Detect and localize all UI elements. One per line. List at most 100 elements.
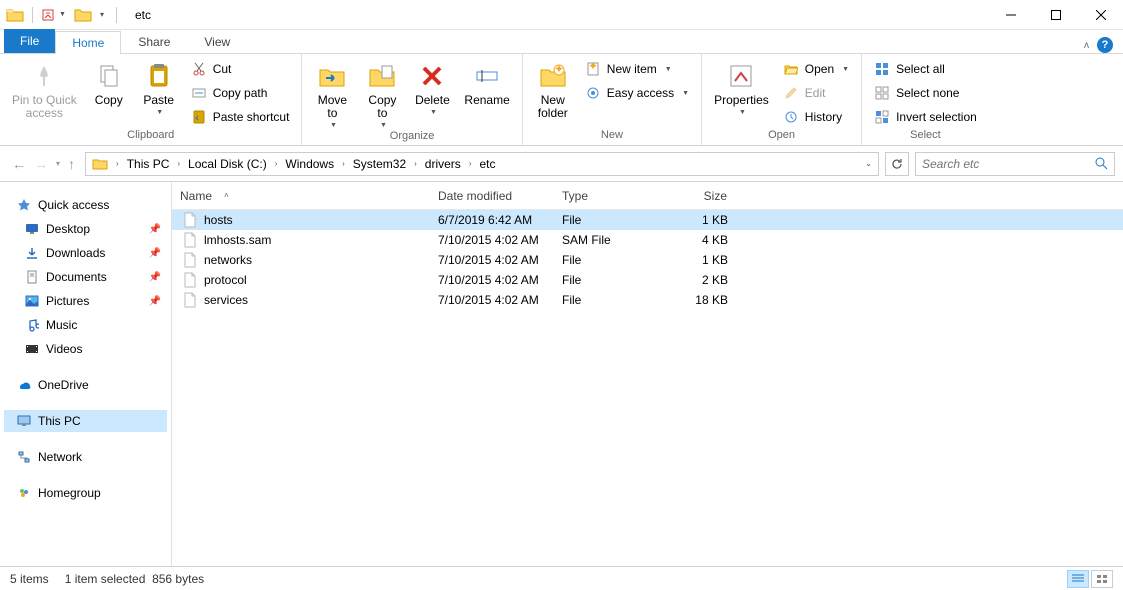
- copy-button[interactable]: Copy: [87, 58, 131, 109]
- qat-properties-icon[interactable]: [41, 8, 55, 22]
- cut-button[interactable]: Cut: [187, 58, 294, 80]
- breadcrumb-segment[interactable]: etc: [475, 153, 499, 175]
- home-tab[interactable]: Home: [55, 31, 121, 54]
- pin-to-quick-access-button[interactable]: Pin to Quick access: [8, 58, 81, 122]
- search-box[interactable]: [915, 152, 1115, 176]
- details-view-button[interactable]: [1067, 570, 1089, 588]
- breadcrumb-segment[interactable]: This PC: [123, 153, 174, 175]
- file-size: 2 KB: [668, 273, 738, 287]
- sidebar-music[interactable]: Music: [4, 314, 167, 336]
- chevron-right-icon[interactable]: ›: [338, 159, 349, 168]
- qat-chevron[interactable]: ▾: [96, 10, 108, 19]
- column-header-name[interactable]: Name˄: [172, 182, 428, 209]
- easy-access-button[interactable]: Easy access▼: [581, 82, 693, 104]
- breadcrumb[interactable]: › This PC›Local Disk (C:)›Windows›System…: [85, 152, 879, 176]
- breadcrumb-segment[interactable]: Windows: [281, 153, 338, 175]
- recent-dropdown[interactable]: ▾: [56, 159, 60, 168]
- new-folder-button[interactable]: ✦ New folder: [531, 58, 575, 122]
- select-all-icon: [874, 62, 890, 76]
- chevron-right-icon[interactable]: ›: [173, 159, 184, 168]
- history-button[interactable]: History: [779, 106, 853, 128]
- new-item-button[interactable]: ✦ New item▼: [581, 58, 693, 80]
- close-button[interactable]: [1078, 0, 1123, 29]
- file-size: 1 KB: [668, 253, 738, 267]
- file-size: 1 KB: [668, 213, 738, 227]
- minimize-button[interactable]: [988, 0, 1033, 29]
- table-row[interactable]: lmhosts.sam7/10/2015 4:02 AMSAM File4 KB: [172, 230, 1123, 250]
- file-date: 7/10/2015 4:02 AM: [428, 273, 552, 287]
- chevron-right-icon[interactable]: ›: [465, 159, 476, 168]
- share-tab[interactable]: Share: [121, 30, 187, 53]
- search-icon[interactable]: [1095, 157, 1108, 170]
- view-tab[interactable]: View: [187, 30, 247, 53]
- move-to-button[interactable]: Move to▼: [310, 58, 354, 131]
- file-size: 4 KB: [668, 233, 738, 247]
- delete-icon: [420, 60, 444, 92]
- column-header-date[interactable]: Date modified: [428, 182, 552, 209]
- sidebar-downloads[interactable]: Downloads📌: [4, 242, 167, 264]
- select-all-button[interactable]: Select all: [870, 58, 981, 80]
- forward-button[interactable]: →: [34, 156, 48, 172]
- group-label-organize: Organize: [310, 130, 513, 144]
- column-header-type[interactable]: Type: [552, 182, 668, 209]
- breadcrumb-segment[interactable]: System32: [349, 153, 410, 175]
- table-row[interactable]: services7/10/2015 4:02 AMFile18 KB: [172, 290, 1123, 310]
- select-none-button[interactable]: Select none: [870, 82, 981, 104]
- paste-button[interactable]: Paste ▼: [137, 58, 181, 118]
- group-clipboard: Pin to Quick access Copy Paste ▼ Cut Cop…: [0, 54, 302, 145]
- group-open: Properties▼ Open▼ Edit History Open: [702, 54, 862, 145]
- breadcrumb-segment[interactable]: drivers: [421, 153, 465, 175]
- file-name: lmhosts.sam: [204, 233, 271, 247]
- refresh-button[interactable]: [885, 152, 909, 176]
- rename-button[interactable]: Rename: [460, 58, 513, 109]
- sidebar-this-pc[interactable]: This PC: [4, 410, 167, 432]
- copy-to-button[interactable]: Copy to▼: [360, 58, 404, 131]
- pin-icon: [31, 60, 57, 92]
- table-row[interactable]: protocol7/10/2015 4:02 AMFile2 KB: [172, 270, 1123, 290]
- sidebar-desktop[interactable]: Desktop📌: [4, 218, 167, 240]
- collapse-ribbon-icon[interactable]: ʌ: [1084, 40, 1089, 51]
- sidebar-network[interactable]: Network: [4, 446, 167, 468]
- group-label-open: Open: [710, 129, 853, 143]
- file-tab[interactable]: File: [4, 29, 55, 53]
- sidebar-quick-access[interactable]: Quick access: [4, 194, 167, 216]
- breadcrumb-segment[interactable]: Local Disk (C:): [184, 153, 271, 175]
- chevron-right-icon[interactable]: ›: [410, 159, 421, 168]
- move-to-icon: [318, 60, 346, 92]
- file-type: SAM File: [552, 233, 668, 247]
- copy-icon: [96, 60, 122, 92]
- maximize-button[interactable]: [1033, 0, 1078, 29]
- breadcrumb-dropdown-icon[interactable]: ⌄: [865, 159, 872, 168]
- status-bytes: 856 bytes: [152, 572, 204, 586]
- group-organize: Move to▼ Copy to▼ Delete▼ Rename Organiz…: [302, 54, 522, 145]
- sidebar-documents[interactable]: Documents📌: [4, 266, 167, 288]
- back-button[interactable]: ←: [12, 156, 26, 172]
- sidebar-onedrive[interactable]: OneDrive: [4, 374, 167, 396]
- sidebar-videos[interactable]: Videos: [4, 338, 167, 360]
- qat-dropdown-icon[interactable]: ▼: [59, 11, 66, 18]
- properties-button[interactable]: Properties▼: [710, 58, 773, 118]
- this-pc-icon: [16, 414, 32, 428]
- invert-selection-button[interactable]: Invert selection: [870, 106, 981, 128]
- column-header-size[interactable]: Size: [668, 182, 738, 209]
- open-button[interactable]: Open▼: [779, 58, 853, 80]
- help-button[interactable]: ?: [1097, 37, 1113, 53]
- file-list-pane: Name˄ Date modified Type Size hosts6/7/2…: [172, 182, 1123, 566]
- folder-icon-small: [74, 6, 92, 24]
- breadcrumb-root-chevron[interactable]: ›: [112, 159, 123, 168]
- file-date: 6/7/2019 6:42 AM: [428, 213, 552, 227]
- delete-button[interactable]: Delete▼: [410, 58, 454, 118]
- copy-path-button[interactable]: Copy path: [187, 82, 294, 104]
- edit-button[interactable]: Edit: [779, 82, 853, 104]
- large-icons-view-button[interactable]: [1091, 570, 1113, 588]
- search-input[interactable]: [922, 157, 1095, 171]
- group-label-clipboard: Clipboard: [8, 129, 293, 143]
- paste-shortcut-button[interactable]: Paste shortcut: [187, 106, 294, 128]
- sidebar-pictures[interactable]: Pictures📌: [4, 290, 167, 312]
- table-row[interactable]: networks7/10/2015 4:02 AMFile1 KB: [172, 250, 1123, 270]
- up-button[interactable]: ↑: [68, 156, 75, 172]
- edit-icon: [783, 86, 799, 100]
- sidebar-homegroup[interactable]: Homegroup: [4, 482, 167, 504]
- chevron-right-icon[interactable]: ›: [271, 159, 282, 168]
- table-row[interactable]: hosts6/7/2019 6:42 AMFile1 KB: [172, 210, 1123, 230]
